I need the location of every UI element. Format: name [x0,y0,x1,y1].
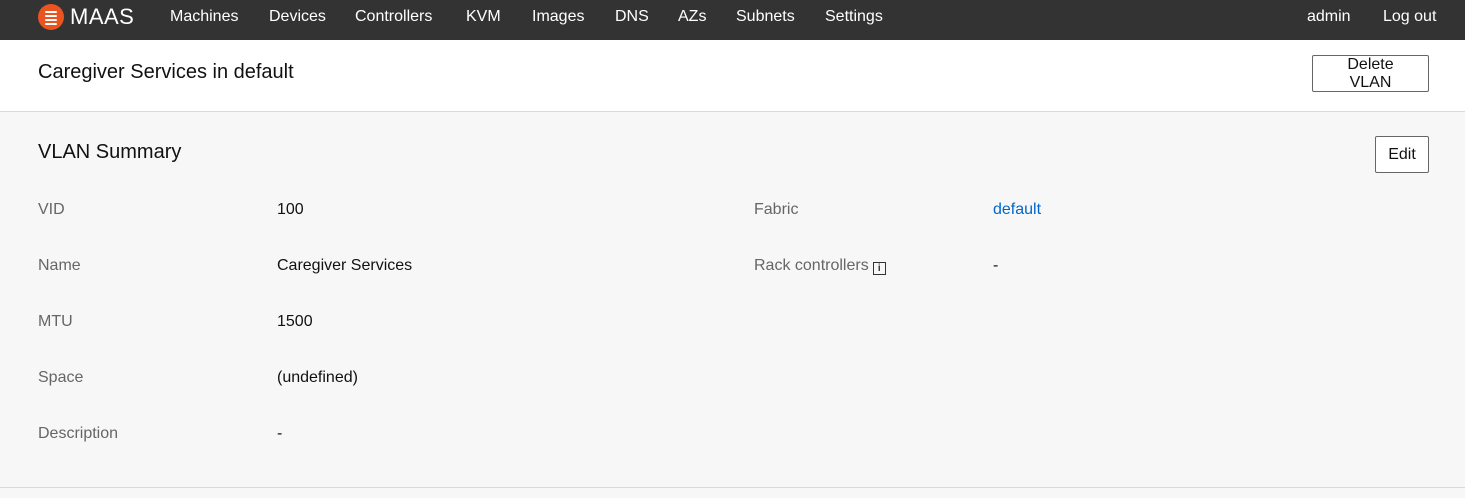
rack-controllers-label: Rack controllers i [754,257,886,275]
description-label: Description [38,425,119,442]
maas-logo-icon [38,4,64,30]
description-value: - [277,425,283,442]
nav-machines[interactable]: Machines [170,8,238,26]
page-header: Caregiver Services in default Delete VLA… [0,40,1465,112]
rack-controllers-label-text: Rack controllers [754,257,869,274]
fabric-label: Fabric [754,201,799,218]
name-label: Name [38,257,81,274]
page-title: Caregiver Services in default [38,61,294,83]
nav-logout[interactable]: Log out [1383,8,1436,26]
name-value: Caregiver Services [277,257,413,274]
nav-settings[interactable]: Settings [825,8,883,26]
nav-controllers[interactable]: Controllers [355,8,432,26]
vlan-summary-section: VLAN Summary Edit VID 100 Name Caregiver… [0,112,1465,488]
nav-images[interactable]: Images [532,8,584,26]
space-value: (undefined) [277,369,358,386]
nav-devices[interactable]: Devices [269,8,326,26]
rack-controllers-value: - [993,257,999,274]
fabric-link[interactable]: default [993,201,1041,219]
nav-azs[interactable]: AZs [678,8,706,26]
nav-kvm[interactable]: KVM [466,8,501,26]
edit-button[interactable]: Edit [1375,136,1429,173]
nav-subnets[interactable]: Subnets [736,8,795,26]
info-icon[interactable]: i [872,262,886,275]
nav-dns[interactable]: DNS [615,8,649,26]
section-title: VLAN Summary [38,141,182,163]
mtu-value: 1500 [277,313,313,330]
vid-value: 100 [277,201,304,218]
nav-user-admin[interactable]: admin [1307,8,1351,26]
brand-name: MAAS [70,4,135,29]
space-label: Space [38,369,84,386]
vid-label: VID [38,201,65,218]
mtu-label: MTU [38,313,73,330]
delete-vlan-button[interactable]: Delete VLAN [1312,55,1429,92]
maas-home-link[interactable]: MAAS [38,3,134,31]
top-navbar: MAAS Machines Devices Controllers KVM Im… [0,0,1465,40]
